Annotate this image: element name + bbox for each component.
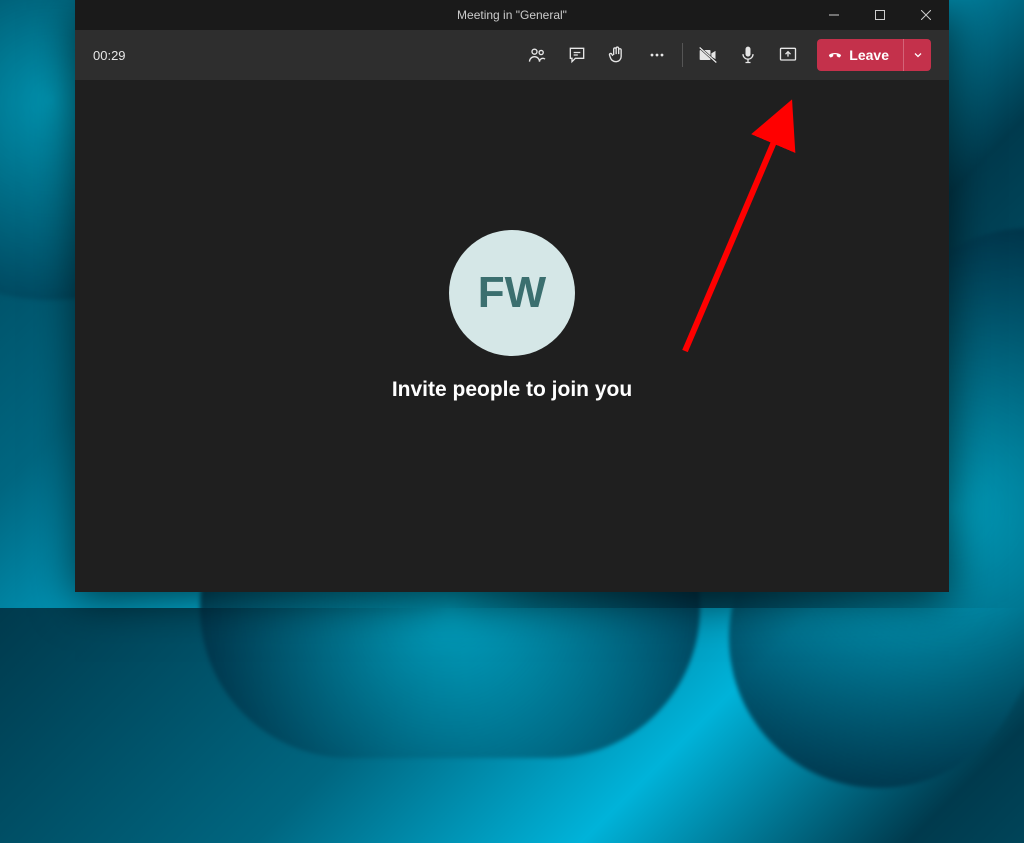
window-controls <box>811 0 949 30</box>
window-minimize-button[interactable] <box>811 0 857 30</box>
meeting-toolbar: 00:29 <box>75 30 949 80</box>
more-icon <box>647 45 667 65</box>
more-actions-button[interactable] <box>640 38 674 72</box>
annotation-arrow <box>665 96 805 361</box>
close-icon <box>921 10 931 20</box>
invite-prompt: Invite people to join you <box>392 378 632 402</box>
window-close-button[interactable] <box>903 0 949 30</box>
leave-button-group: Leave <box>817 39 931 71</box>
window-title: Meeting in "General" <box>457 8 567 22</box>
window-maximize-button[interactable] <box>857 0 903 30</box>
leave-button[interactable]: Leave <box>817 39 903 71</box>
meeting-stage: FW Invite people to join you <box>75 80 949 592</box>
maximize-icon <box>875 10 885 20</box>
meeting-window: Meeting in "General" 00:29 <box>75 0 949 592</box>
minimize-icon <box>829 10 839 20</box>
camera-off-icon <box>698 45 718 65</box>
meeting-timer: 00:29 <box>93 48 126 63</box>
hand-icon <box>607 45 627 65</box>
leave-dropdown-button[interactable] <box>903 39 931 71</box>
avatar-initials: FW <box>478 268 546 318</box>
raise-hand-button[interactable] <box>600 38 634 72</box>
hangup-icon <box>827 47 843 63</box>
camera-toggle-button[interactable] <box>691 38 725 72</box>
toolbar-divider <box>682 43 683 67</box>
leave-button-label: Leave <box>849 47 889 63</box>
share-screen-button[interactable] <box>771 38 805 72</box>
participant-avatar: FW <box>449 230 575 356</box>
participants-button[interactable] <box>520 38 554 72</box>
chat-icon <box>567 45 587 65</box>
mic-toggle-button[interactable] <box>731 38 765 72</box>
people-icon <box>527 45 547 65</box>
chat-button[interactable] <box>560 38 594 72</box>
toolbar-group-media <box>691 38 805 72</box>
toolbar-group-left <box>520 38 674 72</box>
microphone-icon <box>738 45 758 65</box>
window-titlebar: Meeting in "General" <box>75 0 949 30</box>
chevron-down-icon <box>912 49 924 61</box>
share-screen-icon <box>778 45 798 65</box>
